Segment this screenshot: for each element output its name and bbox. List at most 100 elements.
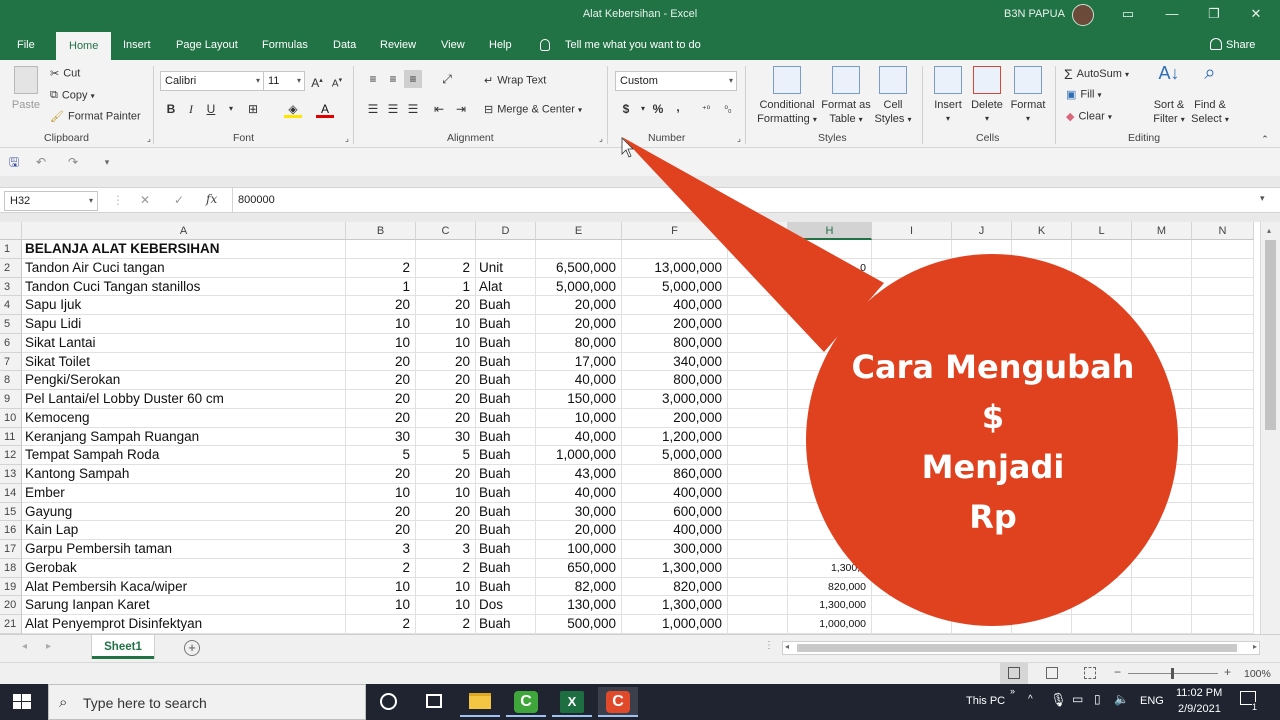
cell-c12[interactable]: 5 xyxy=(416,447,470,466)
cell-c7[interactable]: 20 xyxy=(416,354,470,373)
row-header-14[interactable]: 14 xyxy=(0,483,22,503)
cell-d17[interactable]: Buah xyxy=(479,541,511,560)
column-header-l[interactable]: L xyxy=(1072,222,1132,240)
decrease-indent-icon[interactable]: ⇤ xyxy=(430,100,448,118)
cell-a11[interactable]: Keranjang Sampah Ruangan xyxy=(25,429,199,448)
delete-cells-button[interactable]: Delete ▾ xyxy=(969,66,1005,126)
increase-indent-icon[interactable]: ⇥ xyxy=(452,100,470,118)
column-header-i[interactable]: I xyxy=(872,222,952,240)
cell-d15[interactable]: Buah xyxy=(479,504,511,523)
find-select-button[interactable]: ⌕ Find & Select ▾ xyxy=(1188,63,1232,127)
formula-input[interactable]: 800000 xyxy=(238,194,275,206)
row-header-15[interactable]: 15 xyxy=(0,502,22,522)
tab-help[interactable]: Help xyxy=(489,30,512,60)
cell-f20[interactable]: 1,300,000 xyxy=(622,597,722,616)
ribbon-display-icon[interactable]: ▭ xyxy=(1120,6,1136,22)
underline-dropdown-icon[interactable]: ▾ xyxy=(222,100,240,118)
cell-c15[interactable]: 20 xyxy=(416,504,470,523)
cell-d7[interactable]: Buah xyxy=(479,354,511,373)
windows-start-icon[interactable] xyxy=(13,694,31,710)
excel-icon[interactable]: X xyxy=(552,687,592,717)
tab-formulas[interactable]: Formulas xyxy=(262,30,308,60)
column-header-e[interactable]: E xyxy=(536,222,622,240)
row-header-18[interactable]: 18 xyxy=(0,558,22,578)
cell-c20[interactable]: 10 xyxy=(416,597,470,616)
page-layout-view-icon[interactable] xyxy=(1046,667,1058,679)
cell-b8[interactable]: 20 xyxy=(346,372,410,391)
cell-d9[interactable]: Buah xyxy=(479,391,511,410)
font-size-select[interactable]: 11 ▾ xyxy=(263,71,305,91)
tab-home[interactable]: Home xyxy=(56,32,112,60)
cell-c18[interactable]: 2 xyxy=(416,560,470,579)
increase-font-icon[interactable]: A▴ xyxy=(308,72,326,90)
row-header-20[interactable]: 20 xyxy=(0,596,22,615)
cell-f11[interactable]: 1,200,000 xyxy=(622,429,722,448)
cell-f15[interactable]: 600,000 xyxy=(622,504,722,523)
clear-button[interactable]: ◆ Clear ▾ xyxy=(1066,110,1112,123)
cell-e8[interactable]: 40,000 xyxy=(536,372,616,391)
minimize-icon[interactable]: — xyxy=(1164,6,1180,22)
cell-a9[interactable]: Pel Lantai/el Lobby Duster 60 cm xyxy=(25,391,224,410)
volume-icon[interactable]: 🔈 xyxy=(1114,692,1129,706)
cut-button[interactable]: ✂ Cut xyxy=(50,67,80,80)
camtasia-icon[interactable]: C xyxy=(506,687,546,717)
cell-f16[interactable]: 400,000 xyxy=(622,522,722,541)
cell-d6[interactable]: Buah xyxy=(479,335,511,354)
cell-c10[interactable]: 20 xyxy=(416,410,470,429)
cell-b17[interactable]: 3 xyxy=(346,541,410,560)
cell-d3[interactable]: Alat xyxy=(479,279,502,298)
cell-c9[interactable]: 20 xyxy=(416,391,470,410)
maximize-icon[interactable]: ❐ xyxy=(1206,6,1222,22)
align-middle-icon[interactable]: ≡ xyxy=(384,70,402,88)
font-name-select[interactable]: Calibri ▾ xyxy=(160,71,264,91)
cell-e2[interactable]: 6,500,000 xyxy=(536,260,616,279)
avatar[interactable] xyxy=(1072,4,1094,26)
tab-view[interactable]: View xyxy=(441,30,465,60)
column-header-k[interactable]: K xyxy=(1012,222,1072,240)
split-handle-icon[interactable]: ⋮ xyxy=(764,640,774,651)
tab-insert[interactable]: Insert xyxy=(123,30,151,60)
cell-e12[interactable]: 1,000,000 xyxy=(536,447,616,466)
zoom-slider-thumb[interactable] xyxy=(1171,668,1174,679)
insert-function-button[interactable]: fx xyxy=(206,192,217,206)
column-header-d[interactable]: D xyxy=(476,222,536,240)
column-header-m[interactable]: M xyxy=(1132,222,1192,240)
cell-e15[interactable]: 30,000 xyxy=(536,504,616,523)
expand-formula-icon[interactable]: ▾ xyxy=(1260,193,1265,204)
cell-f3[interactable]: 5,000,000 xyxy=(622,279,722,298)
cell-c14[interactable]: 10 xyxy=(416,485,470,504)
hscroll-thumb[interactable] xyxy=(797,644,1237,652)
file-explorer-icon[interactable] xyxy=(460,687,500,717)
close-icon[interactable]: ✕ xyxy=(1248,6,1264,22)
tab-file[interactable]: File xyxy=(17,30,35,60)
cell-a2[interactable]: Tandon Air Cuci tangan xyxy=(25,260,165,279)
cell-f10[interactable]: 200,000 xyxy=(622,410,722,429)
cell-e21[interactable]: 500,000 xyxy=(536,616,616,634)
cell-d20[interactable]: Dos xyxy=(479,597,503,616)
cell-d14[interactable]: Buah xyxy=(479,485,511,504)
cell-c17[interactable]: 3 xyxy=(416,541,470,560)
zoom-in-icon[interactable]: + xyxy=(1224,665,1231,679)
row-header-3[interactable]: 3 xyxy=(0,277,22,297)
cell-a1[interactable]: BELANJA ALAT KEBERSIHAN xyxy=(25,241,220,260)
cell-h21[interactable]: 1,000,000 xyxy=(788,616,866,634)
user-name[interactable]: B3N PAPUA xyxy=(1004,8,1065,20)
cell-d10[interactable]: Buah xyxy=(479,410,511,429)
cell-b13[interactable]: 20 xyxy=(346,466,410,485)
cell-b20[interactable]: 10 xyxy=(346,597,410,616)
cell-b2[interactable]: 2 xyxy=(346,260,410,279)
row-header-6[interactable]: 6 xyxy=(0,333,22,353)
cell-e14[interactable]: 40,000 xyxy=(536,485,616,504)
cell-d8[interactable]: Buah xyxy=(479,372,511,391)
cell-c4[interactable]: 20 xyxy=(416,297,470,316)
cell-e6[interactable]: 80,000 xyxy=(536,335,616,354)
bold-button[interactable]: B xyxy=(162,100,180,118)
cell-a12[interactable]: Tempat Sampah Roda xyxy=(25,447,159,466)
cell-f21[interactable]: 1,000,000 xyxy=(622,616,722,634)
cell-f8[interactable]: 800,000 xyxy=(622,372,722,391)
cell-d5[interactable]: Buah xyxy=(479,316,511,335)
cell-f9[interactable]: 3,000,000 xyxy=(622,391,722,410)
row-header-9[interactable]: 9 xyxy=(0,390,22,409)
cell-a15[interactable]: Gayung xyxy=(25,504,72,523)
cell-e13[interactable]: 43,000 xyxy=(536,466,616,485)
